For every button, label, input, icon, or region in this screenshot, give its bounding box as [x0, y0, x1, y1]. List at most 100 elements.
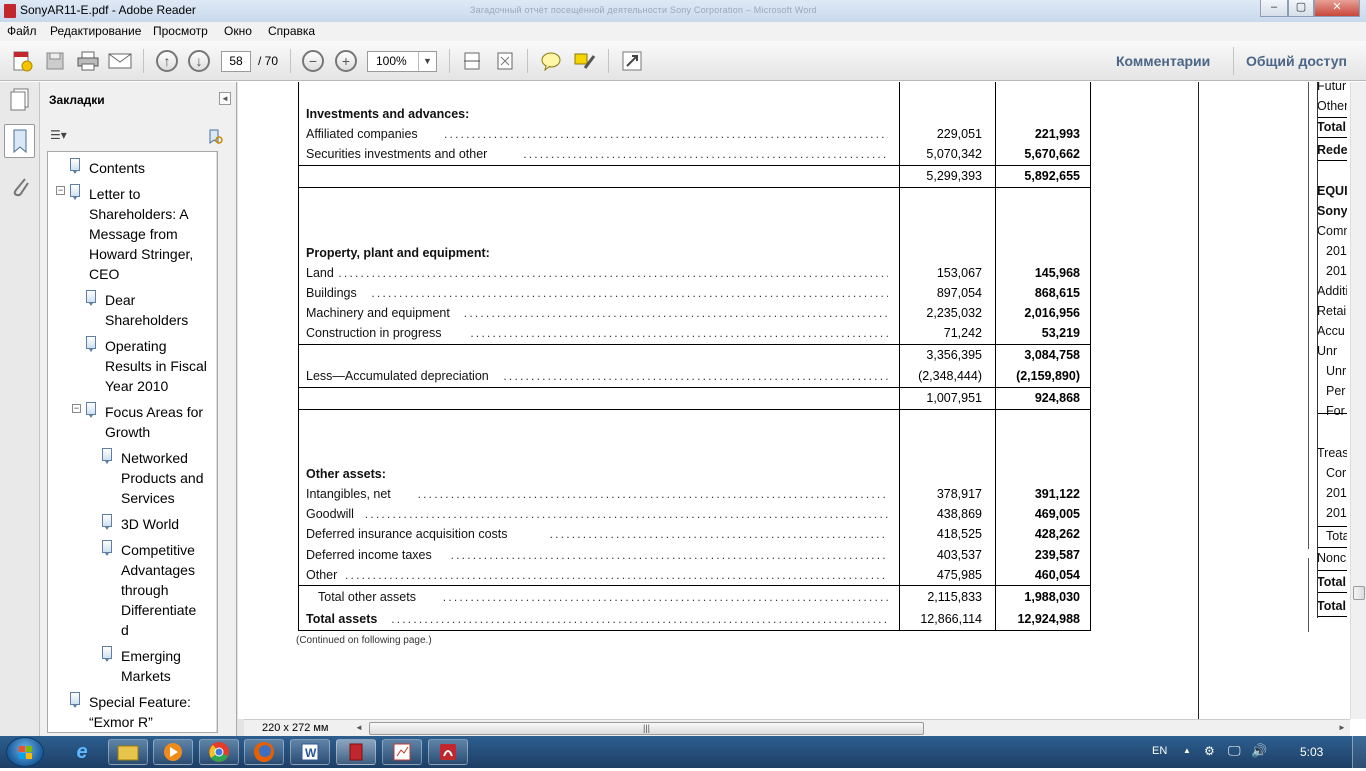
value-2010: 5,070,342: [926, 147, 982, 161]
tree-item-1[interactable]: Letter to Shareholders: A Message from Howa…: [89, 184, 193, 284]
document-vertical-scrollbar[interactable]: [1350, 82, 1366, 719]
start-button[interactable]: [6, 737, 44, 767]
comments-link[interactable]: Комментарии: [1116, 53, 1210, 69]
close-button[interactable]: ✕: [1314, 0, 1360, 17]
row-label: Land: [306, 265, 338, 281]
taskbar-ie-icon[interactable]: e: [62, 739, 102, 765]
tree-item-7[interactable]: Competitive Advantages through Differentiat…: [121, 540, 196, 640]
chevron-down-icon[interactable]: ▼: [418, 52, 436, 71]
show-desktop-button[interactable]: [1352, 736, 1366, 768]
row-label: Less—Accumulated depreciation: [306, 368, 493, 384]
menu-window[interactable]: Окно: [224, 24, 252, 38]
tree-item-4[interactable]: Focus Areas for Growth: [105, 402, 203, 442]
section-heading: Other assets:: [306, 467, 386, 481]
zoom-in-button[interactable]: +: [334, 49, 358, 73]
fit-width-icon[interactable]: [460, 49, 484, 73]
row-divider: [298, 187, 1091, 188]
create-pdf-icon[interactable]: [10, 49, 34, 73]
pages-icon[interactable]: [9, 88, 31, 115]
attachment-icon[interactable]: [9, 174, 31, 201]
value-2011: 868,615: [1034, 286, 1080, 300]
language-indicator[interactable]: EN: [1152, 745, 1167, 757]
taskbar-media-player-icon[interactable]: [153, 739, 193, 765]
bookmark-icon: [102, 514, 112, 530]
print-icon[interactable]: [76, 49, 100, 73]
share-link[interactable]: Общий доступ: [1246, 53, 1347, 69]
network-usb-icon[interactable]: ⚙: [1204, 744, 1215, 758]
tree-item-9[interactable]: Special Feature: “Exmor R”: [89, 692, 191, 732]
tree-item-3[interactable]: Operating Results in Fiscal Year 2010: [105, 336, 207, 396]
horizontal-scrollbar-thumb[interactable]: |||: [369, 722, 924, 735]
find-bookmark-icon[interactable]: [206, 128, 224, 149]
row-divider: [298, 165, 1091, 166]
zoom-out-button[interactable]: −: [301, 49, 325, 73]
value-2010: 3,356,395: [926, 348, 982, 362]
tree-item-2[interactable]: Dear Shareholders: [105, 290, 188, 330]
sticky-note-icon[interactable]: [539, 49, 563, 73]
page-number-input[interactable]: 58: [221, 51, 251, 72]
tree-item-6[interactable]: 3D World: [121, 514, 179, 534]
taskbar-adobe-reader-icon[interactable]: [428, 739, 468, 765]
tree-item-8[interactable]: Emerging Markets: [121, 646, 181, 686]
menu-help[interactable]: Справка: [268, 24, 315, 38]
right-fragment-text: 201: [1326, 244, 1347, 258]
bookmark-scrollbar[interactable]: ▲ ▼: [216, 152, 217, 732]
menu-bar: Файл Редактирование Просмотр Окно Справк…: [0, 22, 1366, 41]
row-label: Deferred income taxes: [306, 547, 436, 563]
scroll-left-icon[interactable]: ◄: [355, 723, 363, 732]
row-label: Deferred insurance acquisition costs: [306, 526, 512, 542]
taskbar-reader-book-icon[interactable]: [336, 739, 376, 765]
value-2010: 71,242: [943, 326, 982, 340]
dot-leader: ........................................…: [444, 127, 888, 141]
clock[interactable]: 5:03: [1300, 745, 1323, 759]
value-2011: 2,016,956: [1024, 306, 1080, 320]
save-icon[interactable]: [43, 49, 67, 73]
highlight-text-icon[interactable]: [573, 49, 597, 73]
right-fragment-text: EQUI: [1317, 184, 1347, 198]
taskbar-presentation-icon[interactable]: [382, 739, 422, 765]
network-icon[interactable]: 🖵: [1228, 743, 1241, 759]
bookmark-icon: [13, 129, 27, 154]
taskbar-chrome-icon[interactable]: [199, 739, 239, 765]
taskbar-explorer-icon[interactable]: [108, 739, 148, 765]
bookmark-icon: [70, 692, 80, 708]
taskbar-word-icon[interactable]: W: [290, 739, 330, 765]
right-fragment-text: Accu: [1317, 324, 1345, 338]
email-icon[interactable]: [108, 49, 132, 73]
value-2010: 1,007,951: [926, 391, 982, 405]
value-2011: 428,262: [1034, 527, 1080, 541]
tree-item-5[interactable]: Networked Products and Services: [121, 448, 204, 508]
scrollbar-thumb[interactable]: [1353, 586, 1365, 600]
value-2010: 2,115,833: [927, 590, 982, 604]
collapse-toggle-icon[interactable]: −: [72, 404, 81, 413]
fit-page-icon[interactable]: [493, 49, 517, 73]
volume-icon[interactable]: 🔊: [1251, 743, 1267, 759]
row-label: Goodwill: [306, 506, 358, 522]
maximize-button[interactable]: ▢: [1288, 0, 1314, 17]
windows-taskbar: e W EN ▲ ⚙ 🖵 🔊 5:03: [0, 736, 1366, 768]
tray-expand-icon[interactable]: ▲: [1183, 746, 1191, 755]
value-2011: 145,968: [1034, 266, 1080, 280]
options-menu-icon[interactable]: ☰▾: [50, 128, 74, 144]
menu-file[interactable]: Файл: [7, 24, 37, 38]
page-total: / 70: [258, 54, 279, 68]
value-2010: 897,054: [936, 286, 982, 300]
minimize-button[interactable]: –: [1260, 0, 1288, 17]
menu-edit[interactable]: Редактирование: [50, 24, 141, 38]
previous-page-button[interactable]: ↑: [155, 49, 179, 73]
row-label: Intangibles, net: [306, 486, 395, 502]
scroll-right-icon[interactable]: ►: [1338, 723, 1346, 732]
right-fragment-text: 201: [1326, 506, 1347, 520]
toolbar: ↑ ↓ 58 / 70 − + 100% ▼ Комментарии Общий…: [0, 41, 1366, 81]
value-2010: 403,537: [936, 548, 982, 562]
taskbar-firefox-icon[interactable]: [244, 739, 284, 765]
bookmark-icon: [86, 290, 96, 306]
next-page-button[interactable]: ↓: [187, 49, 211, 73]
expand-icon[interactable]: [620, 49, 644, 73]
zoom-select[interactable]: 100% ▼: [367, 51, 437, 72]
menu-view[interactable]: Просмотр: [153, 24, 208, 38]
bookmark-icon: [102, 448, 112, 464]
bookmarks-tab[interactable]: [4, 124, 35, 158]
collapse-panel-button[interactable]: ◄: [219, 92, 231, 105]
collapse-toggle-icon[interactable]: −: [56, 186, 65, 195]
